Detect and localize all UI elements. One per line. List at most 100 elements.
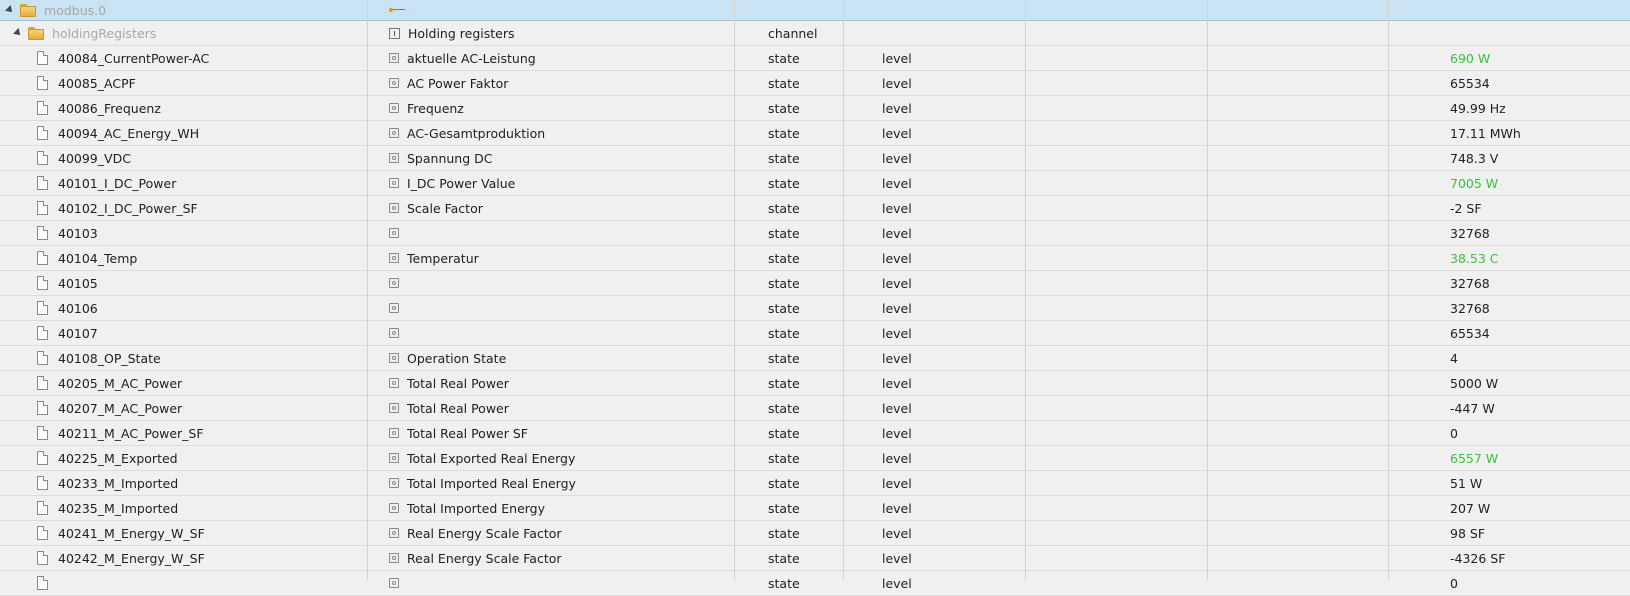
tree-row-state[interactable]: 40205_M_AC_Power Total Real Power state lev… bbox=[0, 371, 1630, 396]
tree-row-state[interactable]: 40106 state level 32768 bbox=[0, 296, 1630, 321]
column-divider[interactable] bbox=[1207, 0, 1208, 580]
column-divider[interactable] bbox=[843, 0, 844, 580]
value-cell[interactable]: 748.3 V bbox=[1444, 146, 1630, 170]
value-cell[interactable]: 65534 bbox=[1444, 71, 1630, 95]
value-cell[interactable]: 49.99 Hz bbox=[1444, 96, 1630, 120]
value-cell[interactable]: 4 bbox=[1444, 346, 1630, 370]
tree-row-state[interactable]: 40211_M_AC_Power_SF Total Real Power SF st… bbox=[0, 421, 1630, 446]
object-value: 49.99 Hz bbox=[1450, 100, 1506, 116]
type-cell: state bbox=[763, 121, 876, 145]
tree-row-state[interactable]: 40084_CurrentPower-AC aktuelle AC-Leistun… bbox=[0, 46, 1630, 71]
value-cell[interactable]: -2 SF bbox=[1444, 196, 1630, 220]
object-description: Total Real Power bbox=[407, 375, 509, 391]
value-cell[interactable]: 38.53 C bbox=[1444, 246, 1630, 270]
role-cell: level bbox=[877, 371, 1065, 395]
role-cell: level bbox=[877, 146, 1065, 170]
type-cell: state bbox=[763, 71, 876, 95]
description-cell bbox=[381, 296, 762, 320]
state-icon bbox=[389, 128, 399, 138]
tree-row-state[interactable]: 40099_VDC Spannung DC state level 748.3 V bbox=[0, 146, 1630, 171]
tree-row-state[interactable]: 40207_M_AC_Power Total Real Power state lev… bbox=[0, 396, 1630, 421]
object-type: state bbox=[768, 525, 800, 541]
value-cell[interactable]: 65534 bbox=[1444, 321, 1630, 345]
value-cell[interactable]: 17.11 MWh bbox=[1444, 121, 1630, 145]
tree-row-state[interactable]: 40104_Temp Temperatur state level 38.53 C bbox=[0, 246, 1630, 271]
object-value: 6557 W bbox=[1450, 450, 1499, 466]
column-divider[interactable] bbox=[1025, 0, 1026, 580]
state-icon bbox=[389, 453, 399, 463]
collapse-triangle-icon[interactable] bbox=[5, 5, 15, 15]
tree-row-state[interactable]: 40101_I_DC_Power I_DC Power Value state lev… bbox=[0, 171, 1630, 196]
state-icon bbox=[389, 228, 399, 238]
value-cell[interactable]: -4326 SF bbox=[1444, 546, 1630, 570]
type-cell: state bbox=[763, 346, 876, 370]
state-icon bbox=[389, 353, 399, 363]
value-cell[interactable]: 7005 W bbox=[1444, 171, 1630, 195]
type-cell: state bbox=[763, 521, 876, 545]
tree-row-state[interactable]: 40241_M_Energy_W_SF Real Energy Scale Fac… bbox=[0, 521, 1630, 546]
object-value: 748.3 V bbox=[1450, 150, 1499, 166]
object-description: AC-Gesamtproduktion bbox=[407, 125, 546, 141]
value-cell[interactable]: -447 W bbox=[1444, 396, 1630, 420]
object-name: 40242_M_Energy_W_SF bbox=[58, 550, 205, 566]
tree-row-state[interactable]: 40233_M_Imported Total Imported Real Ener… bbox=[0, 471, 1630, 496]
value-cell[interactable]: 6557 W bbox=[1444, 446, 1630, 470]
role-cell: level bbox=[877, 196, 1065, 220]
object-value: 207 W bbox=[1450, 500, 1491, 516]
file-icon bbox=[37, 576, 48, 590]
value-cell[interactable]: 32768 bbox=[1444, 221, 1630, 245]
object-description: Total Imported Energy bbox=[407, 500, 546, 516]
object-description: Scale Factor bbox=[407, 200, 483, 216]
tree-row-state[interactable]: 40107 state level 65534 bbox=[0, 321, 1630, 346]
name-cell: 40106 bbox=[0, 296, 380, 320]
tree-row-adapter-instance[interactable]: modbus.0 bbox=[0, 0, 1630, 21]
value-cell[interactable]: 51 W bbox=[1444, 471, 1630, 495]
object-value: -4326 SF bbox=[1450, 550, 1506, 566]
tree-row-state[interactable]: state level 0 bbox=[0, 571, 1630, 596]
object-type: state bbox=[768, 450, 800, 466]
object-name: 40108_OP_State bbox=[58, 350, 161, 366]
column-divider[interactable] bbox=[367, 0, 368, 580]
type-cell: state bbox=[763, 171, 876, 195]
value-cell[interactable]: 0 bbox=[1444, 421, 1630, 445]
tree-row-channel[interactable]: holdingRegisters Holding registers chann… bbox=[0, 21, 1630, 46]
file-icon bbox=[37, 101, 48, 115]
tree-row-state[interactable]: 40242_M_Energy_W_SF Real Energy Scale Fac… bbox=[0, 546, 1630, 571]
object-name: 40205_M_AC_Power bbox=[58, 375, 183, 391]
file-icon bbox=[37, 301, 48, 315]
value-cell[interactable]: 32768 bbox=[1444, 271, 1630, 295]
value-cell[interactable]: 207 W bbox=[1444, 496, 1630, 520]
object-role: level bbox=[882, 450, 912, 466]
value-cell[interactable]: 32768 bbox=[1444, 296, 1630, 320]
tree-row-state[interactable]: 40108_OP_State Operation State state level 4 bbox=[0, 346, 1630, 371]
collapse-triangle-icon[interactable] bbox=[13, 28, 23, 38]
tree-row-state[interactable]: 40094_AC_Energy_WH AC-Gesamtproduktion sta… bbox=[0, 121, 1630, 146]
column-divider[interactable] bbox=[734, 0, 735, 580]
object-name: 40104_Temp bbox=[58, 250, 138, 266]
file-icon bbox=[37, 526, 48, 540]
object-description: Total Real Power bbox=[407, 400, 509, 416]
file-icon bbox=[37, 376, 48, 390]
value-cell[interactable]: 690 W bbox=[1444, 46, 1630, 70]
role-cell: level bbox=[877, 96, 1065, 120]
object-role: level bbox=[882, 425, 912, 441]
object-name: 40235_M_Imported bbox=[58, 500, 179, 516]
description-cell bbox=[381, 271, 762, 295]
object-description: Holding registers bbox=[408, 25, 515, 41]
value-cell[interactable]: 5000 W bbox=[1444, 371, 1630, 395]
object-value: 65534 bbox=[1450, 325, 1490, 341]
tree-row-state[interactable]: 40225_M_Exported Total Exported Real Ener… bbox=[0, 446, 1630, 471]
tree-row-state[interactable]: 40105 state level 32768 bbox=[0, 271, 1630, 296]
object-role: level bbox=[882, 200, 912, 216]
value-cell[interactable]: 0 bbox=[1444, 571, 1630, 595]
tree-row-state[interactable]: 40085_ACPF AC Power Faktor state level 65534 bbox=[0, 71, 1630, 96]
tree-row-state[interactable]: 40102_I_DC_Power_SF Scale Factor state leve… bbox=[0, 196, 1630, 221]
tree-row-state[interactable]: 40235_M_Imported Total Imported Energy sta… bbox=[0, 496, 1630, 521]
tree-row-state[interactable]: 40086_Frequenz Frequenz state level 49.99 Hz bbox=[0, 96, 1630, 121]
name-cell: 40086_Frequenz bbox=[0, 96, 380, 120]
tree-row-state[interactable]: 40103 state level 32768 bbox=[0, 221, 1630, 246]
object-type: state bbox=[768, 175, 800, 191]
column-divider[interactable] bbox=[1388, 0, 1389, 580]
role-cell: level bbox=[877, 46, 1065, 70]
value-cell[interactable]: 98 SF bbox=[1444, 521, 1630, 545]
